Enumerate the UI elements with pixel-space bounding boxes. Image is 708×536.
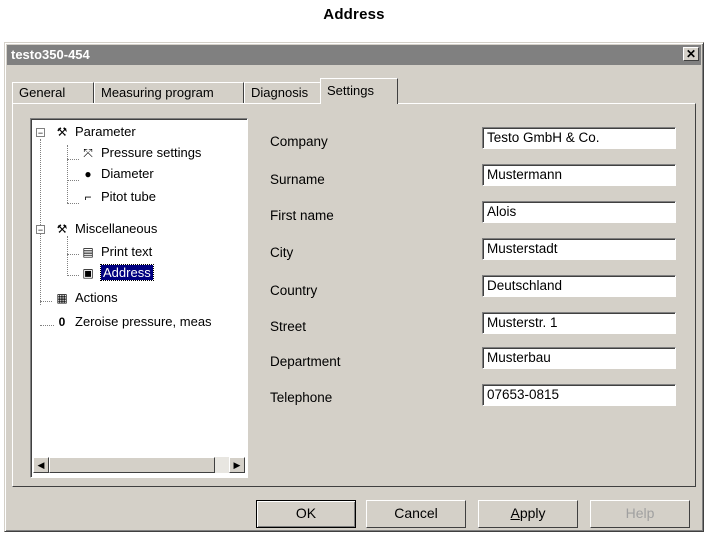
close-icon[interactable]: ✕ xyxy=(683,47,699,61)
tree-item-miscellaneous[interactable]: ⚒ Miscellaneous xyxy=(53,220,158,238)
document-icon: ▤ xyxy=(82,245,94,259)
pressure-icon: ⤧ xyxy=(83,146,93,160)
address-icon: ▣ xyxy=(82,266,94,280)
company-field[interactable]: Testo GmbH & Co. xyxy=(482,127,676,149)
help-button[interactable]: Help xyxy=(590,500,690,528)
tree-item-diameter[interactable]: ● Diameter xyxy=(79,165,153,183)
street-field[interactable]: Musterstr. 1 xyxy=(482,312,676,334)
tree-item-address[interactable]: ▣ Address xyxy=(79,264,154,282)
telephone-label: Telephone xyxy=(270,390,333,405)
hammer-icon: ⚒ xyxy=(56,222,68,236)
tree-horizontal-scrollbar[interactable]: ◀ ▶ xyxy=(33,457,245,473)
tree-item-pitot-tube[interactable]: ⌐ Pitot tube xyxy=(79,188,155,206)
tree-item-pressure-settings[interactable]: ⤧ Pressure settings xyxy=(79,144,201,162)
settings-tree: − ⚒ Parameter ⤧ Pressure settings ● Diamete… xyxy=(30,118,248,478)
country-field[interactable]: Deutschland xyxy=(482,275,676,297)
zero-icon: 0 xyxy=(58,315,66,329)
tab-diagnosis[interactable]: Diagnosis xyxy=(244,82,328,104)
actions-icon: ▦ xyxy=(56,291,68,305)
street-label: Street xyxy=(270,319,307,334)
collapse-icon[interactable]: − xyxy=(36,225,45,235)
surname-label: Surname xyxy=(270,172,325,187)
city-label: City xyxy=(270,245,294,260)
tools-icon: ⚒ xyxy=(56,125,68,139)
apply-label-rest: pply xyxy=(519,505,546,521)
collapse-icon[interactable]: − xyxy=(36,128,45,138)
department-field[interactable]: Musterbau xyxy=(482,347,676,369)
city-field[interactable]: Musterstadt xyxy=(482,238,676,260)
department-label: Department xyxy=(270,354,341,369)
tree-item-print-text[interactable]: ▤ Print text xyxy=(79,243,152,261)
telephone-field[interactable]: 07653-0815 xyxy=(482,384,676,406)
tree-item-actions[interactable]: ▦ Actions xyxy=(53,289,117,307)
apply-mnemonic: A xyxy=(510,505,520,521)
diameter-icon: ● xyxy=(84,167,92,181)
tree-item-parameter[interactable]: ⚒ Parameter xyxy=(53,123,136,141)
scroll-right-icon[interactable]: ▶ xyxy=(229,457,245,473)
surname-field[interactable]: Mustermann xyxy=(482,164,676,186)
scrollbar-thumb[interactable] xyxy=(49,457,215,473)
tab-general[interactable]: General xyxy=(12,82,94,104)
window-titlebar: testo350-454 ✕ xyxy=(7,45,701,65)
page-caption: Address xyxy=(323,6,385,23)
first-name-label: First name xyxy=(270,208,334,223)
tree-item-zeroise-pressure[interactable]: 0 Zeroise pressure, meas xyxy=(53,313,212,331)
first-name-field[interactable]: Alois xyxy=(482,201,676,223)
tab-measuring-program[interactable]: Measuring program xyxy=(94,82,244,104)
apply-button[interactable]: Apply xyxy=(478,500,578,528)
ok-button[interactable]: OK xyxy=(256,500,356,528)
scroll-left-icon[interactable]: ◀ xyxy=(33,457,49,473)
country-label: Country xyxy=(270,283,318,298)
cancel-button[interactable]: Cancel xyxy=(366,500,466,528)
tab-settings[interactable]: Settings xyxy=(320,78,398,104)
pitot-tube-icon: ⌐ xyxy=(84,190,92,204)
window-title: testo350-454 xyxy=(11,47,90,62)
company-label: Company xyxy=(270,134,328,149)
